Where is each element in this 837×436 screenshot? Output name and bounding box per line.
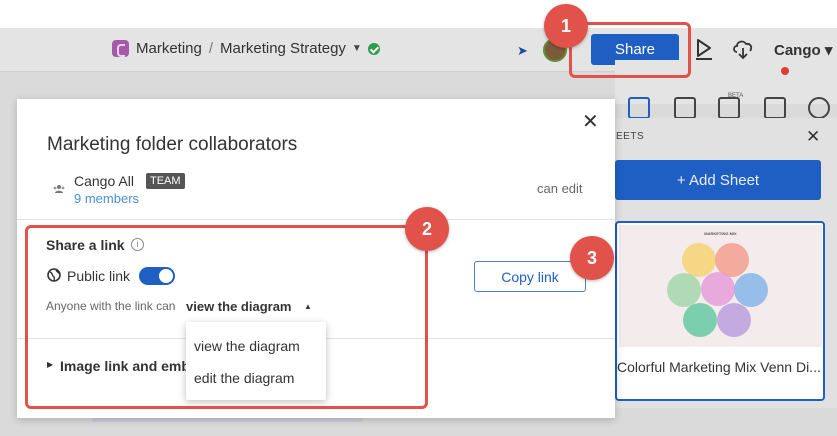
- venn-circle: [717, 303, 751, 337]
- members-link[interactable]: 9 members: [74, 191, 139, 206]
- annotation-badge-3: 3: [570, 236, 614, 280]
- team-badge: TEAM: [146, 173, 185, 189]
- account-label[interactable]: Cango: [774, 42, 821, 59]
- cloud-download-icon[interactable]: [731, 38, 755, 60]
- settings-gear-icon[interactable]: [808, 97, 830, 119]
- beta-badge: BETA: [728, 93, 744, 99]
- video-icon[interactable]: [718, 97, 740, 119]
- close-icon[interactable]: ✕: [582, 112, 599, 132]
- sheet-thumbnail[interactable]: MARKETING MIX Colorful Marketing Mix Ven…: [615, 221, 825, 401]
- top-margin: [0, 0, 837, 28]
- cursor-pointer-icon: ➤: [517, 43, 528, 58]
- collaborator-permission: can edit: [537, 181, 583, 196]
- collaborator-name: Cango All: [74, 173, 134, 189]
- sheets-icon[interactable]: [628, 97, 650, 119]
- breadcrumb-document[interactable]: Marketing Strategy: [220, 40, 346, 57]
- venn-circle: [701, 272, 735, 306]
- add-sheet-button[interactable]: + Add Sheet: [615, 160, 821, 200]
- notification-dot: [781, 67, 789, 75]
- venn-circle: [683, 303, 717, 337]
- team-icon: [53, 185, 65, 193]
- venn-circle: [734, 273, 768, 307]
- annotation-badge-2: 2: [405, 207, 449, 251]
- chat-icon[interactable]: [764, 97, 786, 119]
- divider: [17, 219, 615, 220]
- venn-circle: [682, 243, 716, 277]
- account-menu[interactable]: Cango ▾: [774, 41, 832, 59]
- app-logo-icon: [112, 40, 129, 57]
- venn-circle: [667, 273, 701, 307]
- caret-down-icon[interactable]: ▼: [352, 43, 362, 54]
- breadcrumb-folder[interactable]: Marketing: [136, 40, 202, 57]
- comment-icon[interactable]: [674, 97, 696, 119]
- breadcrumb-separator: /: [208, 40, 214, 57]
- copy-link-button[interactable]: Copy link: [474, 261, 586, 292]
- annotation-box-2: [25, 225, 428, 409]
- present-play-icon[interactable]: [694, 38, 714, 60]
- thumbnail-title: MARKETING MIX: [704, 231, 737, 236]
- thumbnail-caption: Colorful Marketing Mix Venn Di...: [617, 359, 821, 375]
- account-caret-icon[interactable]: ▾: [825, 42, 833, 59]
- modal-title: Marketing folder collaborators: [47, 134, 298, 155]
- sheets-close-icon[interactable]: ✕: [806, 127, 820, 147]
- sheets-panel-label: EETS: [616, 131, 645, 142]
- saved-check-icon: [367, 42, 380, 55]
- thumbnail-image: MARKETING MIX: [619, 225, 822, 347]
- annotation-badge-1: 1: [544, 4, 588, 48]
- breadcrumb: Marketing / Marketing Strategy ▼: [112, 40, 380, 57]
